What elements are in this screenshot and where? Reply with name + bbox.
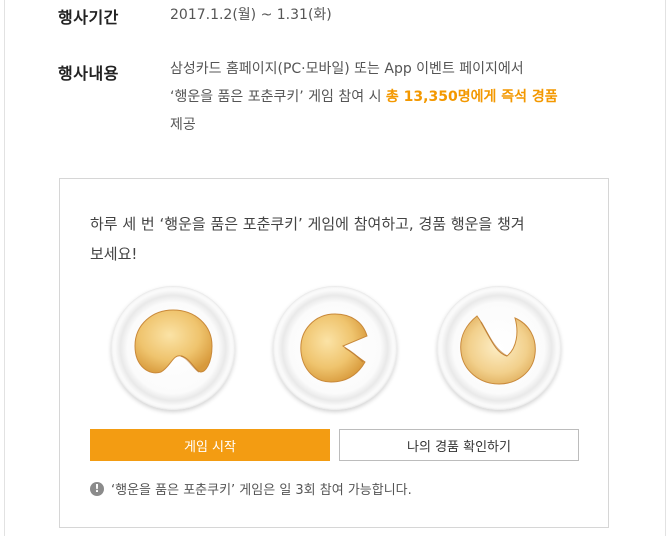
game-intro: 하루 세 번 ‘행운을 품은 포춘쿠키’ 게임에 참여하고, 경품 행운을 챙겨… xyxy=(90,209,570,269)
my-prize-button[interactable]: 나의 경품 확인하기 xyxy=(339,429,579,461)
fortune-cookie-icon xyxy=(300,313,368,383)
game-intro-line-2: 보세요! xyxy=(90,245,138,263)
content-line-1: 삼성카드 홈페이지(PC·모바일) 또는 App 이벤트 페이지에서 xyxy=(170,61,524,77)
page-border-right xyxy=(665,0,666,536)
page-border-left xyxy=(4,0,5,536)
content-line-2: ‘행운을 품은 포춘쿠키’ 게임 참여 시 총 13,350명에게 즉석 경품 xyxy=(170,83,558,111)
content-line-3: 제공 xyxy=(170,117,196,133)
content-value: 삼성카드 홈페이지(PC·모바일) 또는 App 이벤트 페이지에서 ‘행운을 … xyxy=(170,55,558,139)
participation-notice: ! ‘행운을 품은 포춘쿠키’ 게임은 일 3회 참여 가능합니다. xyxy=(90,479,412,498)
prize-highlight: 총 13,350명에게 즉석 경품 xyxy=(385,89,558,105)
period-label: 행사기간 xyxy=(58,8,119,27)
period-value: 2017.1.2(월) ~ 1.31(화) xyxy=(170,7,332,23)
fortune-cookie-icon xyxy=(460,315,536,385)
content-line-2-text: ‘행운을 품은 포춘쿠키’ 게임 참여 시 xyxy=(170,89,386,105)
fortune-cookie-icon xyxy=(134,309,213,374)
info-icon: ! xyxy=(90,481,104,496)
cookie-plate-3[interactable] xyxy=(437,286,561,410)
notice-text: ‘행운을 품은 포춘쿠키’ 게임은 일 3회 참여 가능합니다. xyxy=(111,483,412,498)
content-label: 행사내용 xyxy=(58,64,119,83)
game-start-button[interactable]: 게임 시작 xyxy=(90,429,330,461)
fortune-cookie-game-box: 하루 세 번 ‘행운을 품은 포춘쿠키’ 게임에 참여하고, 경품 행운을 챙겨… xyxy=(59,178,609,528)
cookie-plate-2[interactable] xyxy=(273,286,397,410)
cookie-plate-1[interactable] xyxy=(111,286,235,410)
game-intro-line-1: 하루 세 번 ‘행운을 품은 포춘쿠키’ 게임에 참여하고, 경품 행운을 챙겨 xyxy=(90,215,525,233)
